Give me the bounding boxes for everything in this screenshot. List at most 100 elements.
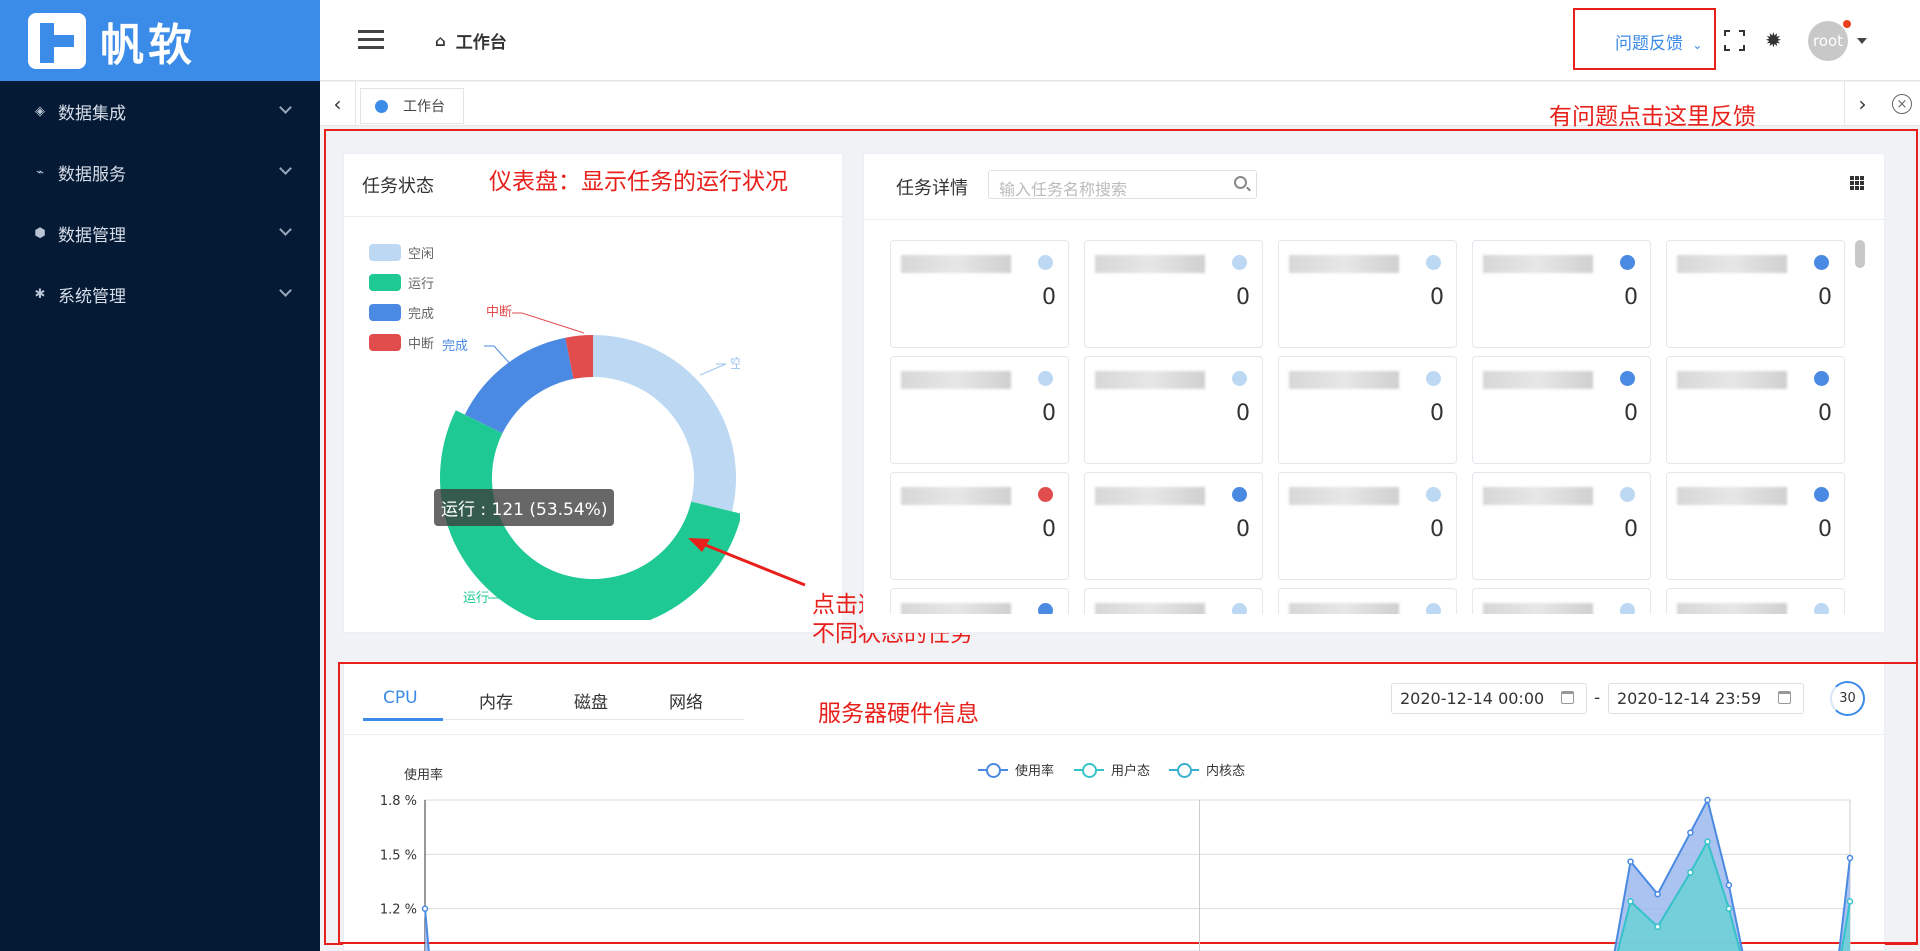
legend-item-running[interactable]: 运行 [369,273,434,292]
top-bar: ⌂ 工作台 问题反馈 ⌄ ✹ root [320,0,1920,81]
task-card[interactable]: 0 [1084,356,1263,464]
legend-line-icon [1169,762,1199,778]
task-card[interactable]: 0 [1666,240,1845,348]
status-dot-icon [1620,255,1635,270]
task-count: 0 [1042,401,1056,426]
task-name-redacted [1677,371,1787,389]
data-point[interactable] [1627,858,1634,865]
close-all-tabs-icon[interactable]: × [1892,94,1912,114]
tab-memory[interactable]: 内存 [479,688,513,713]
status-dot-icon [1426,255,1441,270]
sidebar-item-data-management[interactable]: ⬢ 数据管理 [0,203,320,264]
task-count: 0 [1624,517,1638,542]
data-point[interactable] [1725,881,1733,889]
task-card[interactable] [1278,588,1457,614]
tab-cpu[interactable]: CPU [383,688,418,708]
pulse-icon: ⌁ [36,165,44,180]
tab-network[interactable]: 网络 [669,688,703,713]
task-card[interactable] [1472,588,1651,614]
data-point[interactable] [1725,905,1733,912]
y-tick-label: 1.2 % [380,903,417,918]
task-name-redacted [901,371,1011,389]
cards-scrollbar[interactable] [1855,240,1865,268]
task-name-redacted [1289,603,1399,614]
task-card[interactable]: 0 [1472,356,1651,464]
task-card[interactable]: 0 [1666,356,1845,464]
donut-slice-done[interactable] [464,337,574,434]
data-point[interactable] [421,905,429,912]
home-icon[interactable]: ⌂ [435,32,446,50]
data-point[interactable] [1846,898,1854,905]
data-point[interactable] [1654,890,1661,898]
legend-item-idle[interactable]: 空闲 [369,243,434,262]
legend-item-kernel[interactable]: 内核态 [1169,760,1245,779]
search-icon[interactable] [1234,176,1247,189]
calendar-icon [1561,691,1574,704]
hardware-annotation: 服务器硬件信息 [818,701,979,727]
brand-name: 帆软 [100,19,196,71]
avatar[interactable]: root [1808,21,1848,61]
data-point[interactable] [1704,838,1711,845]
date-end-input[interactable]: 2020-12-14 23:59 [1608,683,1804,714]
status-dot-icon [1620,603,1635,614]
bug-icon[interactable]: ✹ [1765,28,1782,52]
task-name-redacted [1095,255,1205,273]
data-point[interactable] [1687,829,1694,836]
data-point[interactable] [1654,923,1661,931]
brand-logo[interactable]: 帆软 [0,0,320,81]
donut-slice-idle[interactable] [593,335,736,512]
cpu-usage-chart[interactable]: 1.8 %1.5 %1.2 %0.9 % [370,790,1860,951]
date-separator: - [1594,688,1601,708]
task-name-redacted [1095,371,1205,389]
data-point[interactable] [1627,898,1634,905]
legend-item-usage[interactable]: 使用率 [978,760,1054,779]
divider [343,734,1885,735]
task-card[interactable] [1666,588,1845,614]
task-count: 0 [1236,517,1250,542]
sidebar-item-data-service[interactable]: ⌁ 数据服务 [0,142,320,203]
task-card[interactable]: 0 [1278,240,1457,348]
refresh-interval-button[interactable]: 30 [1830,681,1865,716]
date-start-input[interactable]: 2020-12-14 00:00 [1391,683,1587,714]
task-name-redacted [901,603,1011,614]
legend-label: 空闲 [408,247,435,262]
task-card[interactable]: 0 [1666,472,1845,580]
task-card[interactable] [1084,588,1263,614]
task-card[interactable]: 0 [1278,472,1457,580]
task-card[interactable]: 0 [1472,472,1651,580]
task-card[interactable]: 0 [1278,356,1457,464]
caret-down-icon[interactable] [1857,38,1867,44]
sidebar-item-data-integration[interactable]: ◈ 数据集成 [0,81,320,142]
menu-toggle-icon[interactable] [358,30,384,50]
tab-workbench[interactable]: 工作台 [360,88,464,124]
tab-scroll-left-icon[interactable]: ‹ [320,82,356,126]
sidebar-item-system-management[interactable]: ✱ 系统管理 [0,264,320,325]
tab-disk[interactable]: 磁盘 [574,688,608,713]
status-dot-icon [1038,603,1053,614]
task-card[interactable] [890,588,1069,614]
task-card[interactable]: 0 [1084,240,1263,348]
gear-icon: ✱ [34,287,46,302]
legend-item-user[interactable]: 用户态 [1074,760,1150,779]
breadcrumb: ⌂ 工作台 [435,28,507,54]
chevron-down-icon [279,284,292,297]
task-card[interactable]: 0 [1472,240,1651,348]
feedback-dropdown[interactable]: 问题反馈 ⌄ [1615,29,1702,54]
task-card[interactable]: 0 [890,356,1069,464]
data-point[interactable] [1846,854,1854,862]
cube-icon: ⬢ [34,226,46,241]
status-dot-icon [1232,603,1247,614]
data-point[interactable] [1687,869,1694,876]
task-card[interactable]: 0 [890,472,1069,580]
fullscreen-icon[interactable] [1724,30,1745,51]
task-card[interactable]: 0 [1084,472,1263,580]
grid-view-icon[interactable] [1850,176,1864,190]
task-count: 0 [1624,285,1638,310]
active-tab-indicator [363,718,443,721]
data-point[interactable] [1704,796,1711,804]
task-search-input[interactable]: 输入任务名称搜索 [988,170,1257,199]
task-card[interactable]: 0 [890,240,1069,348]
sidebar-item-label: 数据管理 [58,226,126,246]
dashboard-annotation: 仪表盘：显示任务的运行状况 [489,169,788,195]
tab-scroll-right-icon[interactable]: › [1844,82,1880,126]
